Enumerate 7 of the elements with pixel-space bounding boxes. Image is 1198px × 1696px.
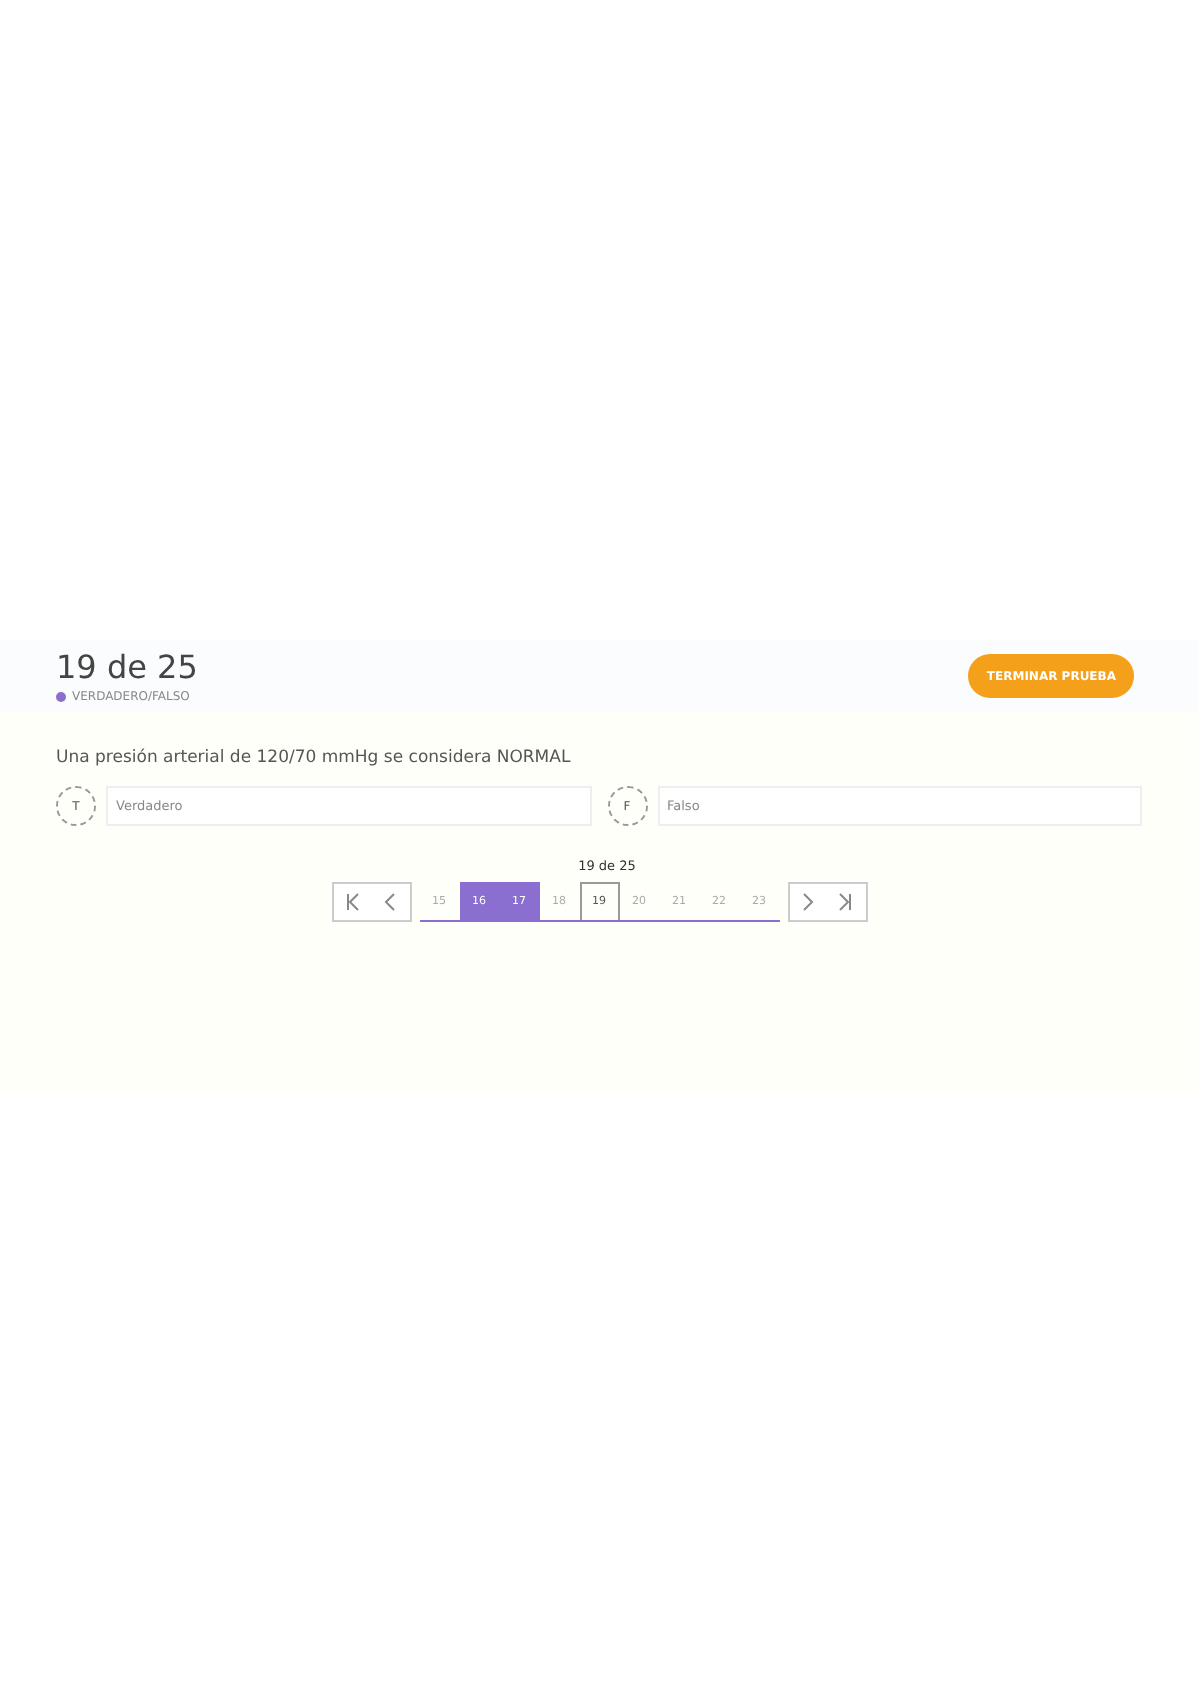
question-counter: 19 de 25: [56, 648, 198, 686]
first-page-icon: [342, 892, 362, 912]
chevron-left-icon: [380, 892, 400, 912]
last-page-icon: [836, 892, 856, 912]
status-dot: [56, 692, 66, 702]
question-text: Una presión arterial de 120/70 mmHg se considera NORMAL: [56, 748, 573, 768]
chevron-right-icon: [798, 892, 818, 912]
